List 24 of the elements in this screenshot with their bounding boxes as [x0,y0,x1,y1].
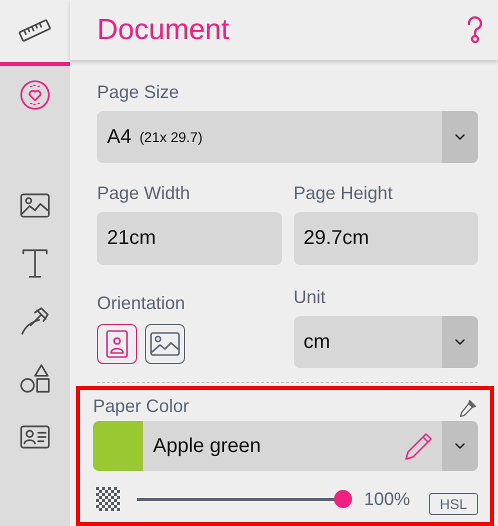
orientation-button[interactable] [145,324,185,364]
transparency-icon [96,487,120,511]
color-select[interactable]: Apple green [93,421,478,471]
field-label: Page Size [97,82,180,103]
field-label: Unit [294,287,327,308]
size-detail: (21x 29.7) [139,129,203,145]
page-height-field[interactable]: 29.7cm [294,212,478,265]
color-mode-button[interactable]: HSL [428,493,478,515]
sidebar-tab[interactable] [0,0,70,66]
select-value: A4 [107,126,132,148]
field-label: Orientation [97,293,186,314]
color-name: Apple green [153,434,261,458]
panel-title: Document [97,14,230,46]
orientation-button[interactable] [97,324,137,364]
field-label: Page Height [294,183,394,204]
unit-select[interactable]: cm [294,316,478,368]
field-label: Page Width [97,183,192,204]
page-width-field[interactable]: 21cm [97,212,282,265]
field-label: Paper Color [93,396,190,417]
select-value: cm [304,330,330,354]
opacity-value: 100% [364,488,410,510]
portrait-icon [104,329,130,359]
landscape-icon [149,331,181,357]
page-size-select[interactable]: A4 (21x 29.7) [97,111,478,163]
